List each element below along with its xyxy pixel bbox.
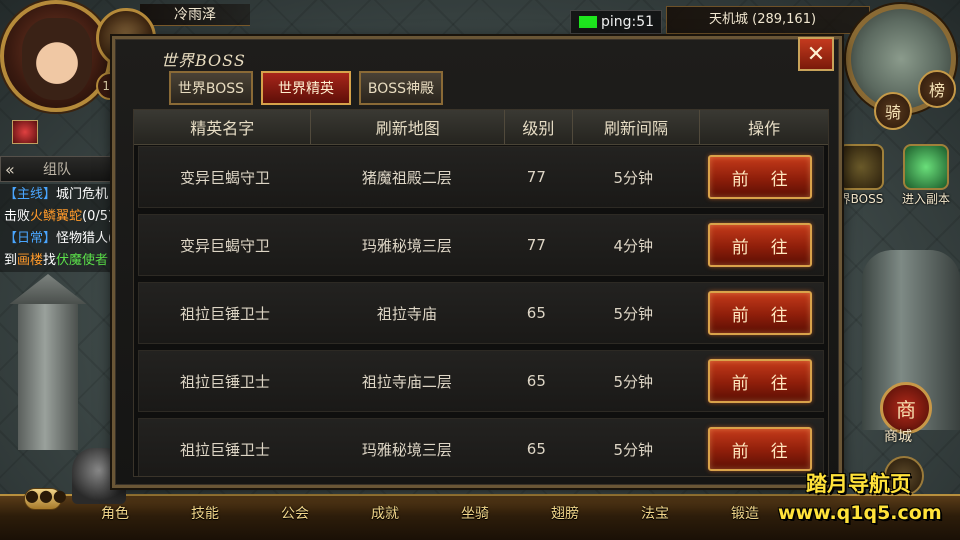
table-row: 祖拉巨锤卫士 祖拉寺庙二层 65 5分钟 前往 (138, 350, 824, 412)
elite-name: 祖拉巨锤卫士 (179, 440, 270, 459)
world-boss-label: 界BOSS (838, 192, 884, 206)
quest-place-link[interactable]: 画楼 (17, 253, 43, 268)
quest-tracker[interactable]: 【主线】城门危机 击败火鳞翼蛇(0/5) 【日常】怪物猎人( 到画楼找伏魔使者 (0, 184, 114, 272)
table-row: 祖拉巨锤卫士 祖拉寺庙 65 5分钟 前往 (138, 282, 824, 344)
quest-objective-mid: 找 (43, 253, 57, 268)
world-boss-dialog: 世界BOSS ✕ 世界BOSS 世界精英 BOSS神殿 精英名字 刷新地图 级别… (112, 36, 842, 488)
elite-level: 77 (526, 236, 546, 254)
action-cell: 前往 (696, 283, 823, 343)
enter-dungeon-button[interactable]: 进入副本 (902, 144, 950, 207)
quest-daily-objective[interactable]: 到画楼找伏魔使者 (4, 250, 114, 272)
quest-objective-prefix: 到 (4, 253, 18, 268)
boss-icon (838, 144, 884, 190)
player-name: 冷雨泽 (140, 4, 250, 26)
watermark-title: 踏月导航页 (806, 472, 911, 496)
quest-npc-link[interactable]: 伏魔使者 (56, 253, 108, 268)
col-header-level: 级别 (505, 110, 573, 144)
refresh-interval: 4分钟 (613, 236, 653, 255)
refresh-map: 玛雅秘境三层 (361, 440, 452, 459)
col-header-action: 操作 (748, 119, 781, 138)
menu-skills[interactable]: 技能 (191, 503, 219, 523)
col-header-interval: 刷新间隔 (573, 110, 701, 144)
action-cell: 前往 (696, 147, 823, 207)
refresh-interval: 5分钟 (613, 440, 653, 459)
table-header: 精英名字 刷新地图 级别 刷新间隔 操作 (134, 110, 828, 145)
portal-icon (903, 144, 949, 190)
quest-target-link[interactable]: 火鳞翼蛇 (30, 209, 82, 224)
menu-mounts[interactable]: 坐骑 (461, 503, 489, 523)
enter-dungeon-label: 进入副本 (902, 192, 951, 206)
watermark-url: www.q1q5.com (778, 502, 942, 524)
col-header-map: 刷新地图 (311, 110, 505, 144)
menu-achievements[interactable]: 成就 (371, 503, 399, 523)
quest-main-title: 城门危机 (56, 187, 109, 202)
location-bar: 天机城 (289,161) (666, 6, 870, 34)
refresh-interval: 5分钟 (613, 372, 653, 391)
menu-guild[interactable]: 公会 (281, 503, 309, 523)
go-button[interactable]: 前往 (707, 155, 812, 199)
action-cell: 前往 (696, 215, 823, 275)
elite-name: 祖拉巨锤卫士 (179, 372, 270, 391)
shop-label: 商城 (884, 429, 912, 445)
quest-main-tag: 【主线】 (4, 187, 57, 202)
refresh-interval: 5分钟 (613, 304, 653, 323)
buff-icon[interactable] (12, 120, 38, 144)
table-row: 变异巨蝎守卫 猪魔祖殿二层 77 5分钟 前往 (138, 146, 824, 208)
signal-icon (579, 16, 597, 28)
refresh-map: 玛雅秘境三层 (361, 236, 452, 255)
go-button[interactable]: 前往 (707, 427, 812, 471)
hero-portrait (22, 18, 92, 100)
elite-name: 变异巨蝎守卫 (179, 236, 270, 255)
mount-button[interactable]: 骑 (874, 92, 912, 130)
world-boss-shortcut[interactable]: 界BOSS (838, 144, 884, 207)
elite-level: 65 (526, 304, 546, 322)
team-tab[interactable]: « 组队 (0, 156, 112, 182)
elite-level: 65 (526, 440, 546, 458)
dialog-title: 世界BOSS (161, 51, 246, 70)
quest-daily-line[interactable]: 【日常】怪物猎人( (4, 228, 114, 250)
elite-level: 65 (526, 372, 546, 390)
bottom-menu: 角色 技能 公会 成就 坐骑 翅膀 法宝 锻造 (70, 500, 790, 526)
elite-table: 精英名字 刷新地图 级别 刷新间隔 操作 变异巨蝎守卫 猪魔祖殿二层 77 5分… (133, 109, 829, 477)
elite-name: 变异巨蝎守卫 (179, 168, 270, 187)
ranking-button[interactable]: 榜 (918, 70, 956, 108)
player-avatar[interactable] (0, 0, 112, 112)
ping-text: ping:51 (601, 14, 655, 30)
tab-world-boss[interactable]: 世界BOSS (169, 71, 253, 105)
quest-daily-tag: 【日常】 (4, 231, 57, 246)
quest-objective-prefix: 击败 (4, 209, 31, 224)
refresh-map: 祖拉寺庙 (376, 304, 437, 323)
menu-character[interactable]: 角色 (101, 503, 129, 523)
table-row: 变异巨蝎守卫 玛雅秘境三层 77 4分钟 前往 (138, 214, 824, 276)
team-tab-label: 组队 (43, 162, 71, 178)
refresh-map: 猪魔祖殿二层 (361, 168, 452, 187)
go-button[interactable]: 前往 (707, 223, 812, 267)
menu-forge[interactable]: 锻造 (731, 503, 759, 523)
col-header-name: 精英名字 (134, 110, 312, 144)
quest-main-objective[interactable]: 击败火鳞翼蛇(0/5) (4, 206, 114, 228)
action-cell: 前往 (696, 419, 823, 476)
go-button[interactable]: 前往 (707, 291, 812, 335)
ping-indicator: ping:51 (570, 10, 662, 34)
collapse-chevron-icon[interactable]: « (5, 157, 15, 183)
table-row: 祖拉巨锤卫士 玛雅秘境三层 65 5分钟 前往 (138, 418, 824, 476)
refresh-map: 祖拉寺庙二层 (361, 372, 452, 391)
chat-button[interactable]: ●●● (24, 488, 67, 510)
tab-world-elite[interactable]: 世界精英 (261, 71, 351, 105)
table-body: 变异巨蝎守卫 猪魔祖殿二层 77 5分钟 前往 变异巨蝎守卫 玛雅秘境三层 77… (134, 146, 828, 476)
elite-name: 祖拉巨锤卫士 (179, 304, 270, 323)
quest-progress: (0/5) (82, 209, 114, 224)
quest-main-line[interactable]: 【主线】城门危机 (4, 184, 114, 206)
close-button[interactable]: ✕ (798, 37, 834, 71)
action-cell: 前往 (696, 351, 823, 411)
refresh-interval: 5分钟 (613, 168, 653, 187)
tab-boss-temple[interactable]: BOSS神殿 (359, 71, 443, 105)
go-button[interactable]: 前往 (707, 359, 812, 403)
menu-wings[interactable]: 翅膀 (551, 503, 579, 523)
menu-treasure[interactable]: 法宝 (641, 503, 669, 523)
quest-daily-title: 怪物猎人( (56, 231, 114, 246)
elite-level: 77 (526, 168, 546, 186)
stone-lantern (18, 300, 78, 450)
